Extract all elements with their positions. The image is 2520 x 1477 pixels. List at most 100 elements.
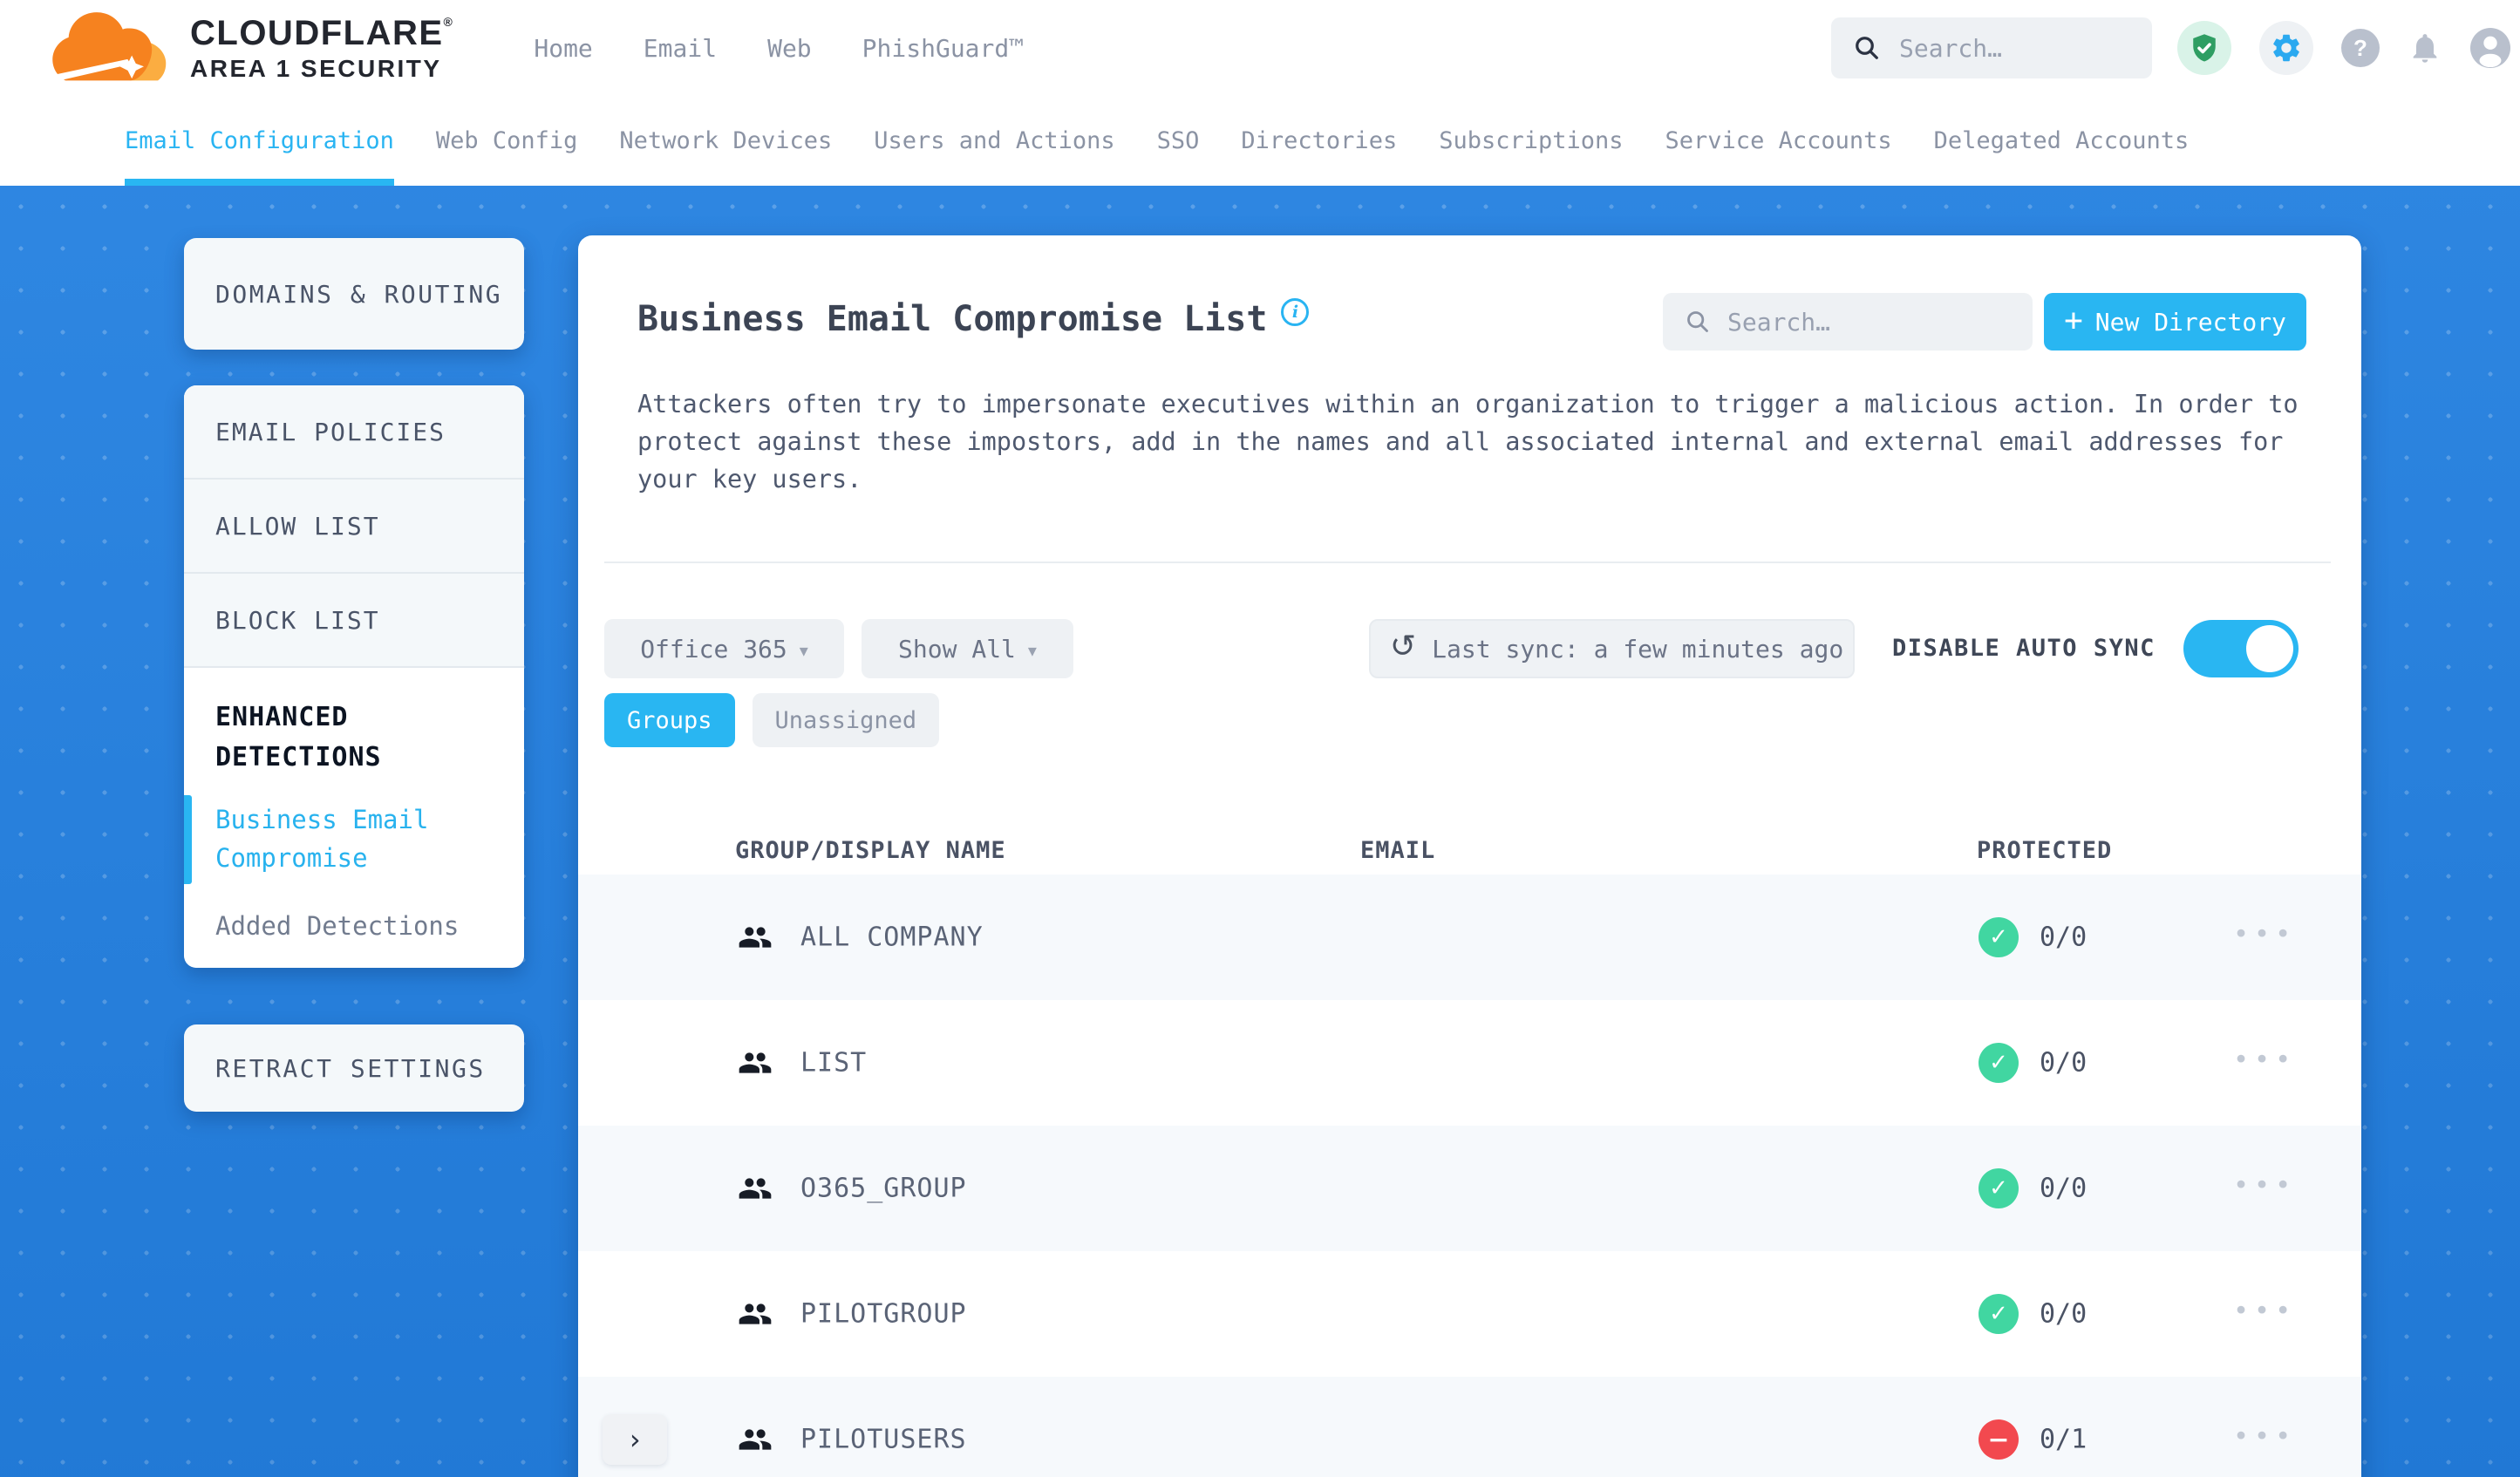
sidebar-item-email-policies[interactable]: EMAIL POLICIES — [184, 385, 524, 480]
sidebar-card-retract-settings[interactable]: RETRACT SETTINGS — [184, 1024, 524, 1112]
directory-select-value: Office 365 — [640, 634, 787, 664]
table-row[interactable]: › ALL COMPANY ✓ 0/0 ••• — [578, 875, 2361, 1000]
list-search-input[interactable] — [1727, 307, 1989, 337]
table-row[interactable]: › PILOTGROUP ✓ 0/0 ••• — [578, 1251, 2361, 1377]
directory-select[interactable]: Office 365 ▾ — [604, 619, 844, 678]
protected-status-icon: ✓ — [1979, 1294, 2019, 1334]
brand-text: CLOUDFLARE® AREA 1 SECURITY — [190, 16, 453, 81]
view-tab-unassigned[interactable]: Unassigned — [752, 693, 940, 747]
group-icon — [739, 1178, 772, 1199]
nav-phishguard[interactable]: PhishGuard™ — [862, 34, 1024, 63]
sidebar-item-allow-list[interactable]: ALLOW LIST — [184, 480, 524, 574]
brand-name: CLOUDFLARE® — [190, 13, 454, 52]
protected-status-icon: ✓ — [1979, 1168, 2019, 1208]
row-actions-button[interactable]: ••• — [2233, 1297, 2296, 1327]
gear-icon — [2273, 34, 2299, 62]
account-button[interactable] — [2470, 28, 2510, 68]
new-directory-button[interactable]: + New Directory — [2044, 293, 2306, 351]
column-protected: PROTECTED — [1977, 837, 2113, 864]
table-header: GROUP/DISPLAY NAME EMAIL PROTECTED — [578, 837, 2361, 877]
global-search-input[interactable] — [1899, 33, 2126, 63]
table-row[interactable]: › LIST ✓ 0/0 ••• — [578, 1000, 2361, 1126]
sidebar-item-added-detections[interactable]: Added Detections — [215, 907, 460, 945]
chevron-down-icon: ▾ — [799, 640, 808, 661]
plus-icon: + — [2064, 302, 2083, 338]
tab-directories[interactable]: Directories — [1241, 96, 1397, 186]
title-row: Business Email Compromise List i — [637, 296, 1310, 342]
table-row[interactable]: › PILOTUSERS − 0/1 ••• — [578, 1377, 2361, 1477]
status-glyph: − — [1987, 1424, 2010, 1455]
nav-home[interactable]: Home — [534, 34, 592, 63]
nav-email[interactable]: Email — [644, 34, 717, 63]
row-actions-button[interactable]: ••• — [2233, 1045, 2296, 1076]
tab-email-configuration[interactable]: Email Configuration — [125, 96, 394, 186]
row-actions-button[interactable]: ••• — [2233, 1171, 2296, 1201]
info-icon[interactable]: i — [1281, 298, 1310, 326]
page-description: Attackers often try to impersonate execu… — [637, 390, 2299, 493]
tab-delegated-accounts[interactable]: Delegated Accounts — [1934, 96, 2190, 186]
security-status-button[interactable] — [2177, 21, 2231, 75]
tab-web-config[interactable]: Web Config — [436, 96, 578, 186]
show-filter-select[interactable]: Show All ▾ — [862, 619, 1073, 678]
last-sync-status[interactable]: ↺ Last sync: a few minutes ago — [1369, 619, 1855, 678]
chevron-down-icon: ▾ — [1027, 640, 1037, 661]
tab-users-and-actions[interactable]: Users and Actions — [874, 96, 1114, 186]
expand-row-button[interactable]: › — [603, 1414, 667, 1465]
user-icon — [2479, 36, 2502, 68]
new-directory-label: New Directory — [2094, 307, 2286, 337]
search-icon — [1687, 311, 1708, 332]
list-search — [1663, 293, 2033, 351]
auto-sync-label: DISABLE AUTO SYNC — [1892, 635, 2156, 662]
protected-count: 0/0 — [2040, 1173, 2088, 1204]
status-glyph: ✓ — [1989, 1050, 2008, 1076]
notifications-button[interactable] — [2408, 31, 2442, 65]
last-sync-label: Last sync: a few minutes ago — [1432, 634, 1844, 664]
status-glyph: ✓ — [1989, 924, 2008, 950]
tab-service-accounts[interactable]: Service Accounts — [1665, 96, 1892, 186]
sidebar-item-label: RETRACT SETTINGS — [215, 1053, 486, 1083]
view-tabs: Groups Unassigned — [604, 693, 940, 747]
page: CLOUDFLARE® AREA 1 SECURITY Home Email Web… — [0, 0, 2520, 1477]
main-card: Business Email Compromise List i + New D… — [578, 235, 2361, 1477]
enhanced-detections-section: ENHANCED DETECTIONS Business Email Compr… — [184, 668, 524, 968]
group-name: PILOTUSERS — [800, 1424, 967, 1455]
not-protected-status-icon: − — [1979, 1419, 2019, 1460]
policy-item-list: EMAIL POLICIES ALLOW LIST BLOCK LIST — [184, 385, 524, 668]
question-icon: ? — [2353, 34, 2367, 61]
brand-subtitle: AREA 1 SECURITY — [190, 54, 442, 82]
column-email: EMAIL — [1360, 837, 1436, 864]
search-icon — [1856, 37, 1878, 59]
toggle-knob — [2246, 625, 2293, 672]
sidebar-item-label: DOMAINS & ROUTING — [215, 279, 503, 309]
cloudflare-cloud-icon — [52, 12, 167, 81]
row-actions-button[interactable]: ••• — [2233, 1422, 2296, 1453]
sidebar-item-block-list[interactable]: BLOCK LIST — [184, 574, 524, 668]
protected-count: 0/1 — [2040, 1424, 2088, 1455]
tab-sso[interactable]: SSO — [1157, 96, 1200, 186]
sidebar-card-domains-routing[interactable]: DOMAINS & ROUTING — [184, 238, 524, 350]
nav-web[interactable]: Web — [767, 34, 812, 63]
enhanced-detections-links: Business Email Compromise Added Detection… — [184, 795, 493, 945]
protected-count: 0/0 — [2040, 922, 2088, 953]
tab-network-devices[interactable]: Network Devices — [619, 96, 832, 186]
sidebar-card-email-policies: EMAIL POLICIES ALLOW LIST BLOCK LIST ENHAN… — [184, 385, 524, 968]
sidebar-item-business-email-compromise[interactable]: Business Email Compromise — [184, 795, 460, 884]
bell-icon — [2413, 34, 2437, 63]
help-button[interactable]: ? — [2341, 29, 2380, 67]
primary-nav: Home Email Web PhishGuard™ — [534, 34, 1024, 63]
protected-count: 0/0 — [2040, 1298, 2088, 1330]
settings-button[interactable] — [2259, 21, 2313, 75]
view-tab-groups[interactable]: Groups — [604, 693, 735, 747]
page-title: Business Email Compromise List — [637, 299, 1268, 339]
enhanced-detections-title: ENHANCED DETECTIONS — [215, 702, 382, 773]
tab-subscriptions[interactable]: Subscriptions — [1439, 96, 1623, 186]
divider — [604, 562, 2331, 563]
group-icon — [739, 1052, 772, 1073]
auto-sync-toggle[interactable] — [2183, 620, 2299, 677]
row-actions-button[interactable]: ••• — [2233, 920, 2296, 950]
registered-mark: ® — [443, 14, 454, 29]
group-icon — [739, 1303, 772, 1324]
refresh-icon: ↺ — [1390, 629, 1417, 664]
table-row[interactable]: › O365_GROUP ✓ 0/0 ••• — [578, 1126, 2361, 1251]
group-name: PILOTGROUP — [800, 1298, 967, 1330]
